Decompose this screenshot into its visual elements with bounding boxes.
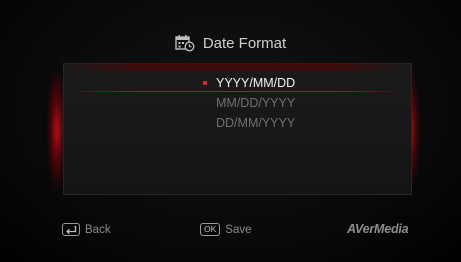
option-yyyy-mm-dd[interactable]: YYYY/MM/DD bbox=[0, 73, 461, 93]
save-label: Save bbox=[225, 223, 252, 236]
save-button[interactable]: OK Save bbox=[200, 223, 252, 236]
footer-bar: Back OK Save AVerMedia bbox=[0, 222, 461, 239]
option-label: MM/DD/YYYY bbox=[216, 96, 296, 110]
date-format-list: YYYY/MM/DD MM/DD/YYYY DD/MM/YYYY bbox=[0, 73, 461, 133]
panel-top-shade bbox=[63, 63, 410, 71]
option-label: DD/MM/YYYY bbox=[216, 116, 296, 130]
option-mm-dd-yyyy[interactable]: MM/DD/YYYY bbox=[0, 93, 461, 113]
calendar-clock-icon bbox=[175, 34, 195, 52]
back-button[interactable]: Back bbox=[62, 223, 111, 236]
selected-bullet-icon bbox=[203, 81, 207, 85]
menu-title: Date Format bbox=[202, 34, 287, 52]
brand-logo: AVerMedia bbox=[347, 222, 409, 236]
ok-key-icon: OK bbox=[200, 223, 221, 236]
option-label: YYYY/MM/DD bbox=[216, 76, 296, 90]
return-arrow-icon bbox=[62, 223, 80, 236]
osd-screen: Date Format YYYY/MM/DD MM/DD/YYYY DD/MM/… bbox=[0, 0, 461, 262]
menu-header: Date Format bbox=[0, 34, 461, 52]
option-dd-mm-yyyy[interactable]: DD/MM/YYYY bbox=[0, 113, 461, 133]
back-label: Back bbox=[85, 223, 111, 236]
